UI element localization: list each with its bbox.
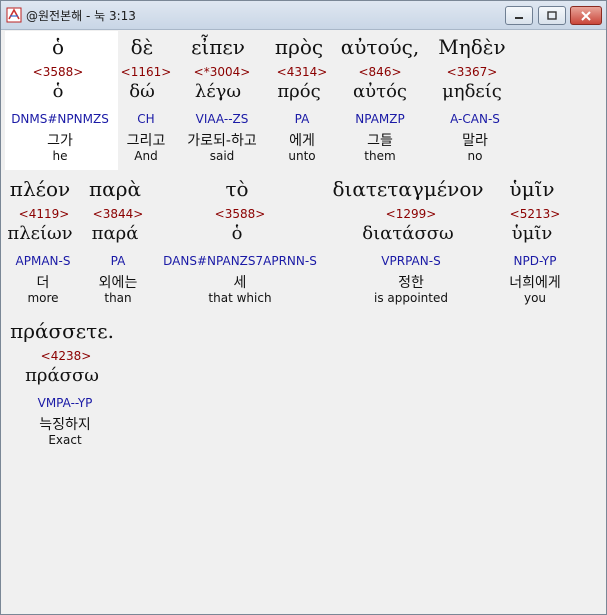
morph-code[interactable]: CH [137,112,154,126]
korean-gloss: 늑징하지 [39,417,91,433]
morph-code[interactable]: NPD-YP [514,254,557,268]
strong-number[interactable]: <*3004> [194,65,251,79]
english-gloss: said [209,149,235,163]
greek-word[interactable]: διατεταγμένον [332,177,483,201]
maximize-button[interactable] [538,6,566,25]
korean-gloss: 외에는 [98,275,138,291]
minimize-icon [513,6,525,25]
strong-number[interactable]: <1299> [386,207,437,221]
english-gloss: he [52,149,68,163]
morph-code[interactable]: A-CAN-S [450,112,500,126]
english-gloss: And [134,149,158,163]
maximize-icon [546,6,558,25]
korean-gloss: 정한 [398,275,424,291]
lemma: δώ [129,81,155,102]
strong-number[interactable]: <3588> [33,65,84,79]
korean-gloss: 그들 [367,133,393,149]
lemma: διατάσσω [362,223,454,244]
korean-gloss: 세 [233,275,247,291]
greek-word[interactable]: αὐτούς, [341,35,420,59]
korean-gloss: 더 [36,275,50,291]
english-gloss: that which [208,291,272,305]
english-gloss: Exact [48,433,82,447]
greek-word[interactable]: πράσσετε. [10,319,114,343]
interlinear-panel[interactable]: ὁ <3588> ὁ DNMS#NPNMZS 그가 he δὲ <1161> δ… [5,31,602,610]
greek-word[interactable]: πρὸς [275,35,323,59]
greek-word[interactable]: Μηδὲν [438,35,505,59]
greek-word[interactable]: εἶπεν [191,35,245,59]
morph-code[interactable]: PA [111,254,126,268]
greek-word[interactable]: δὲ [131,35,154,59]
greek-word[interactable]: πλέον [10,177,70,201]
lemma: αὐτός [353,81,407,102]
korean-gloss: 너희에게 [509,275,561,291]
close-icon [580,6,592,25]
english-gloss: more [27,291,59,305]
strong-number[interactable]: <846> [358,65,401,79]
morph-code[interactable]: VPRPAN-S [381,254,440,268]
strong-number[interactable]: <4238> [41,349,92,363]
greek-word[interactable]: παρὰ [89,177,141,201]
lemma: πράσσω [25,365,99,386]
morph-code[interactable]: VMPA--YP [38,396,93,410]
lemma: λέγω [194,81,242,102]
minimize-button[interactable] [505,6,533,25]
morph-code[interactable]: APMAN-S [16,254,71,268]
morph-code[interactable]: PA [295,112,310,126]
korean-gloss: 그가 [47,133,73,149]
english-gloss: than [104,291,132,305]
greek-word[interactable]: ὁ [52,35,64,59]
strong-number[interactable]: <4119> [19,207,70,221]
strong-number[interactable]: <5213> [510,207,561,221]
lemma: παρά [91,223,139,244]
strong-number[interactable]: <3844> [93,207,144,221]
english-gloss: no [467,149,483,163]
korean-gloss: 말라 [462,133,488,149]
english-gloss: unto [288,149,316,163]
window-title: @원전본해 - 눅 3:13 [26,9,136,23]
morph-code[interactable]: NPAMZP [355,112,404,126]
lemma: ὁ [52,81,64,102]
greek-word[interactable]: τὸ [225,177,248,201]
lemma: μηδείς [442,81,502,102]
english-gloss: is appointed [374,291,448,305]
close-button[interactable] [570,6,602,25]
greek-word[interactable]: ὑμῖν [509,177,554,201]
korean-gloss: 가로되-하고 [187,133,257,149]
morph-code[interactable]: VIAA--ZS [196,112,249,126]
english-gloss: you [523,291,547,305]
lemma: ὑμῖν [511,223,553,244]
korean-gloss: 그리고 [126,133,166,149]
bible-app-icon[interactable] [6,7,22,23]
title-bar[interactable]: @원전본해 - 눅 3:13 [1,1,606,30]
lemma: πλείων [7,223,73,244]
morph-code[interactable]: DANS#NPANZS7APRNN-S [163,254,317,268]
strong-number[interactable]: <1161> [121,65,172,79]
app-window: @원전본해 - 눅 3:13 ὁ <3588> ὁ DNMS#NPNMZS 그가… [0,0,607,615]
strong-number[interactable]: <4314> [277,65,328,79]
strong-number[interactable]: <3367> [447,65,498,79]
lemma: πρός [277,81,321,102]
morph-code[interactable]: DNMS#NPNMZS [11,112,109,126]
english-gloss: them [364,149,396,163]
strong-number[interactable]: <3588> [215,207,266,221]
lemma: ὁ [231,223,243,244]
korean-gloss: 에게 [289,133,315,149]
